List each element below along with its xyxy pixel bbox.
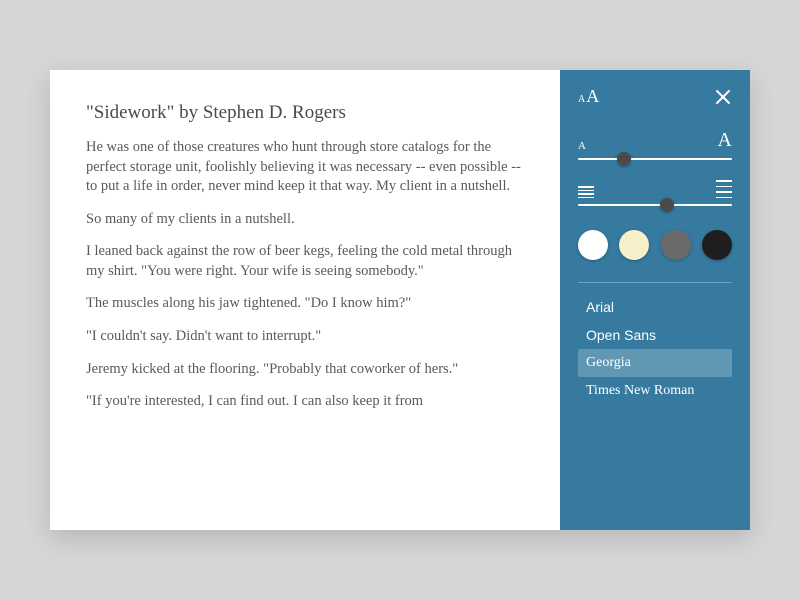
line-spacing-slider[interactable] (578, 180, 732, 206)
slider-thumb[interactable] (660, 198, 674, 212)
story-paragraph: "I couldn't say. Didn't want to interrup… (86, 327, 532, 347)
panel-header: AA (578, 86, 732, 107)
theme-swatch-white[interactable] (578, 230, 608, 260)
settings-panel: AA A A (560, 70, 750, 530)
font-size-min-label: A (578, 140, 586, 152)
close-icon[interactable] (714, 88, 732, 106)
theme-swatch-black[interactable] (702, 230, 732, 260)
line-spacing-loose-icon (716, 180, 732, 198)
font-option-georgia[interactable]: Georgia (578, 349, 732, 377)
theme-swatch-gray[interactable] (661, 230, 691, 260)
font-option-arial[interactable]: Arial (578, 293, 732, 321)
font-size-slider[interactable]: A A (578, 129, 732, 160)
story-paragraph: Jeremy kicked at the flooring. "Probably… (86, 360, 532, 380)
text-size-icon: AA (578, 86, 599, 107)
slider-track[interactable] (578, 204, 732, 206)
theme-swatch-sepia[interactable] (619, 230, 649, 260)
font-size-max-label: A (718, 129, 732, 152)
reader-content[interactable]: "Sidework" by Stephen D. Rogers He was o… (50, 70, 560, 530)
font-list: Arial Open Sans Georgia Times New Roman (578, 293, 732, 405)
line-spacing-tight-icon (578, 186, 594, 198)
font-option-times[interactable]: Times New Roman (578, 377, 732, 405)
slider-thumb[interactable] (617, 152, 631, 166)
story-paragraph: So many of my clients in a nutshell. (86, 210, 532, 230)
divider (578, 282, 732, 283)
theme-swatches (578, 230, 732, 260)
story-paragraph: I leaned back against the row of beer ke… (86, 242, 532, 281)
slider-track[interactable] (578, 158, 732, 160)
story-title: "Sidework" by Stephen D. Rogers (86, 102, 532, 124)
story-paragraph: He was one of those creatures who hunt t… (86, 138, 532, 197)
story-paragraph: "If you're interested, I can find out. I… (86, 392, 532, 412)
reader-window: "Sidework" by Stephen D. Rogers He was o… (50, 70, 750, 530)
story-paragraph: The muscles along his jaw tightened. "Do… (86, 294, 532, 314)
font-option-opensans[interactable]: Open Sans (578, 321, 732, 349)
